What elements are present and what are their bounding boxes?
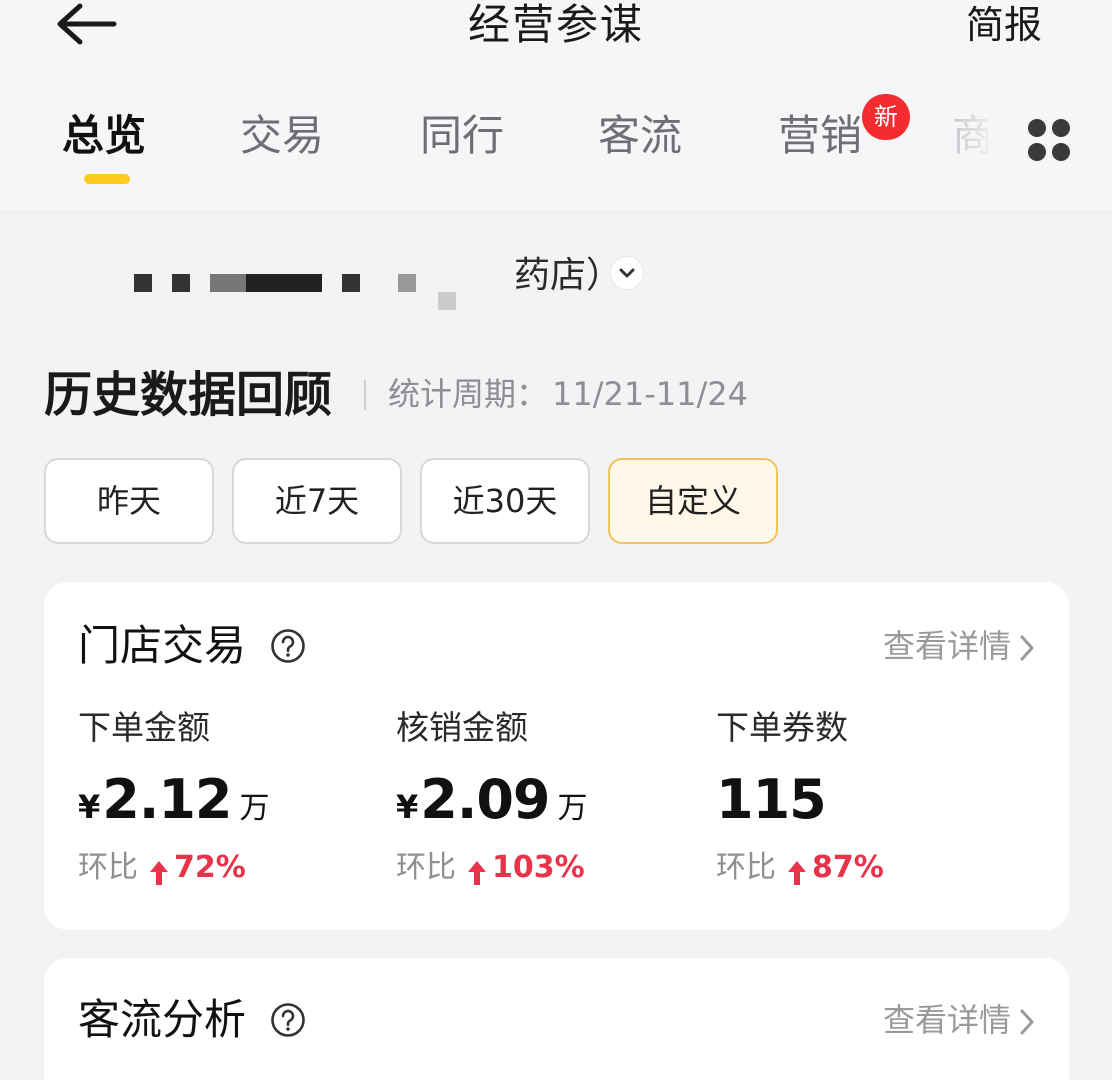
- masked-store-name: [134, 274, 152, 292]
- chevron-right-icon: [1020, 635, 1034, 661]
- metric-redeem-amount: 核销金额 ¥2.09 万 环比 103%: [396, 708, 716, 888]
- tab-products-label: 商: [952, 111, 988, 160]
- change-percent: 72%: [174, 850, 246, 885]
- question-circle-icon: [271, 629, 305, 663]
- more-tabs-button[interactable]: [1024, 116, 1074, 166]
- currency-symbol: ¥: [396, 788, 419, 826]
- stat-period: 统计周期： 11/21-11/24: [388, 374, 748, 414]
- stat-period-value: 11/21-11/24: [552, 375, 748, 413]
- metric-change: 环比 72%: [78, 848, 398, 888]
- chevron-right-icon: [1020, 1009, 1034, 1035]
- metric-number: 2.09: [420, 768, 550, 831]
- divider: [364, 380, 366, 410]
- masked-store-name: [210, 274, 246, 292]
- traffic-analysis-title: 客流分析: [78, 995, 247, 1044]
- stat-period-label: 统计周期：: [388, 375, 549, 413]
- metric-order-coupons: 下单券数 115 环比 87%: [716, 708, 1036, 888]
- traffic-analysis-card: 客流分析 查看详情: [44, 958, 1069, 1080]
- filter-last-30-days[interactable]: 近30天: [420, 458, 590, 544]
- metric-value: ¥2.12 万: [78, 770, 398, 830]
- metric-value: ¥2.09 万: [396, 770, 716, 830]
- metric-number: 2.12: [102, 768, 232, 831]
- metric-unit: 万: [557, 791, 588, 826]
- metric-label: 下单金额: [78, 708, 210, 747]
- masked-store-name: [246, 274, 322, 292]
- store-name-suffix: 药店）: [514, 255, 623, 296]
- masked-store-name: [172, 274, 190, 292]
- tab-products[interactable]: 商: [952, 106, 996, 168]
- store-transactions-detail-link[interactable]: 查看详情: [883, 626, 1037, 666]
- top-bar: 经营参谋 简报: [0, 0, 1112, 62]
- filter-custom[interactable]: 自定义: [608, 458, 778, 544]
- metric-unit: 万: [239, 791, 270, 826]
- tab-overview[interactable]: 总览: [62, 110, 146, 162]
- new-badge: 新: [862, 94, 910, 140]
- active-tab-indicator: [84, 174, 130, 184]
- masked-store-name: [342, 274, 360, 292]
- metric-change: 环比 103%: [396, 848, 716, 888]
- store-transactions-card: 门店交易 查看详情 下单金额 ¥2.12 万 环比 72% 核销金额 ¥2.09 万: [44, 582, 1069, 930]
- change-label: 环比: [716, 850, 776, 885]
- tab-traffic[interactable]: 客流: [598, 110, 682, 162]
- page-title: 经营参谋: [467, 0, 644, 49]
- history-section-title: 历史数据回顾: [44, 367, 333, 423]
- masked-store-name: [438, 292, 456, 310]
- metric-number: 115: [716, 768, 827, 831]
- metric-label: 核销金额: [396, 708, 528, 747]
- tab-marketing[interactable]: 营销: [778, 110, 862, 162]
- arrow-up-icon: [150, 860, 168, 885]
- change-label: 环比: [78, 850, 138, 885]
- store-transactions-title: 门店交易: [78, 621, 247, 670]
- change-label: 环比: [396, 850, 456, 885]
- chevron-down-icon: [619, 268, 635, 278]
- metric-value: 115: [716, 770, 1036, 830]
- store-selector[interactable]: 药店）: [0, 212, 1112, 332]
- arrow-up-icon: [468, 860, 486, 885]
- store-transactions-help[interactable]: [270, 628, 306, 664]
- traffic-analysis-help[interactable]: [270, 1002, 306, 1038]
- report-button[interactable]: 简报: [966, 0, 1042, 50]
- change-percent: 103%: [492, 850, 585, 885]
- tab-bar: 总览 交易 同行 客流 营销 新 商: [0, 62, 1112, 212]
- currency-symbol: ¥: [78, 788, 101, 826]
- store-toggle-button[interactable]: [610, 256, 644, 290]
- tab-transactions[interactable]: 交易: [240, 110, 324, 162]
- grid-dots-icon: [1028, 119, 1070, 161]
- detail-label: 查看详情: [882, 627, 1011, 665]
- question-circle-icon: [271, 1003, 305, 1037]
- arrow-up-icon: [788, 860, 806, 885]
- tab-peers[interactable]: 同行: [420, 110, 504, 162]
- metric-order-amount: 下单金额 ¥2.12 万 环比 72%: [78, 708, 398, 888]
- change-percent: 87%: [812, 850, 884, 885]
- app-page: 经营参谋 简报 总览 交易 同行 客流 营销 新 商 药店） 历史数据回顾 统计…: [0, 0, 1112, 1080]
- metric-change: 环比 87%: [716, 848, 1036, 888]
- metric-label: 下单券数: [716, 708, 848, 747]
- detail-label: 查看详情: [882, 1001, 1011, 1039]
- filter-yesterday[interactable]: 昨天: [44, 458, 214, 544]
- masked-store-name: [398, 274, 416, 292]
- filter-last-7-days[interactable]: 近7天: [232, 458, 402, 544]
- traffic-analysis-detail-link[interactable]: 查看详情: [883, 1000, 1037, 1040]
